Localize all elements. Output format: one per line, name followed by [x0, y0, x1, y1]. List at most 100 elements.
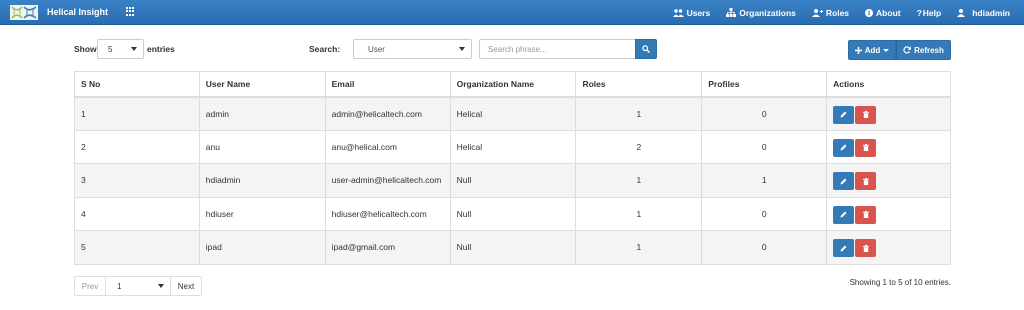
- pagination: Prev 1 Next: [74, 276, 202, 296]
- user-icon: [957, 8, 966, 17]
- cell-username: admin: [198, 96, 326, 131]
- cell-sno: 1: [74, 96, 200, 131]
- col-header-sno[interactable]: S No: [74, 71, 200, 98]
- cell-email: ipad@gmail.com: [324, 230, 451, 265]
- cell-profiles: 1: [701, 163, 828, 198]
- cell-email: user-admin@helicaltech.com: [324, 163, 451, 198]
- pencil-icon: [840, 111, 847, 118]
- pencil-icon: [840, 144, 847, 151]
- edit-button[interactable]: [833, 172, 855, 191]
- cell-profiles: 0: [701, 96, 828, 131]
- col-header-organization[interactable]: Organization Name: [449, 71, 577, 98]
- search-type-select[interactable]: User: [353, 39, 472, 59]
- apps-grid-icon[interactable]: [126, 7, 135, 16]
- edit-button[interactable]: [833, 205, 855, 224]
- refresh-button-label: Refresh: [914, 45, 944, 55]
- delete-button[interactable]: [855, 239, 877, 258]
- cell-actions: [826, 163, 951, 198]
- cell-actions: [826, 129, 951, 164]
- add-button[interactable]: Add: [848, 40, 896, 60]
- refresh-icon: [903, 46, 911, 54]
- delete-button[interactable]: [855, 105, 877, 124]
- cell-organization: Null: [449, 230, 577, 265]
- cell-organization: Helical: [449, 96, 577, 131]
- users-icon: [672, 8, 684, 17]
- cell-actions: [826, 196, 951, 231]
- cell-roles: 2: [575, 129, 703, 164]
- pagination-summary: Showing 1 to 5 of 10 entries.: [849, 278, 951, 287]
- nav-about[interactable]: About: [865, 8, 901, 18]
- nav-organizations-label: Organizations: [739, 7, 796, 18]
- cell-roles: 1: [575, 230, 703, 265]
- chevron-down-icon: [883, 48, 890, 52]
- col-header-actions: Actions: [826, 71, 951, 98]
- nav-organizations[interactable]: Organizations: [726, 8, 796, 18]
- col-header-profiles[interactable]: Profiles: [701, 71, 828, 98]
- col-header-username[interactable]: User Name: [198, 71, 326, 98]
- search-input[interactable]: Search phrase...: [479, 39, 636, 59]
- search-label: Search:: [309, 44, 341, 54]
- edit-button[interactable]: [833, 138, 855, 157]
- page-size-value: 5: [108, 45, 113, 54]
- cell-organization: Helical: [449, 129, 577, 164]
- search-type-value: User: [368, 45, 385, 54]
- info-icon: [865, 8, 874, 17]
- col-header-roles[interactable]: Roles: [575, 71, 703, 98]
- search-placeholder: Search phrase...: [488, 45, 547, 54]
- cell-username: hdiadmin: [198, 163, 326, 198]
- search-icon: [642, 45, 650, 53]
- edit-button[interactable]: [833, 239, 855, 258]
- cell-organization: Null: [449, 163, 577, 198]
- cell-actions: [826, 96, 951, 131]
- table-row: 4 hdiuser hdiuser@helicaltech.com Null 1…: [74, 196, 951, 231]
- trash-icon: [862, 144, 869, 152]
- delete-button[interactable]: [855, 138, 877, 157]
- cell-username: anu: [198, 129, 326, 164]
- table-row: 1 admin admin@helicaltech.com Helical 1 …: [74, 96, 951, 131]
- col-header-email[interactable]: Email: [324, 71, 451, 98]
- nav-about-label: About: [876, 7, 901, 18]
- cell-profiles: 0: [701, 196, 828, 231]
- table-row: 2 anu anu@helical.com Helical 2 0: [74, 129, 951, 164]
- nav-user-menu[interactable]: hdiadmin: [957, 8, 1010, 18]
- cell-email: admin@helicaltech.com: [324, 96, 451, 131]
- delete-button[interactable]: [855, 205, 877, 224]
- table-row: 5 ipad ipad@gmail.com Null 1 0: [74, 230, 951, 265]
- page-size-select[interactable]: 5: [97, 39, 144, 59]
- nav-users[interactable]: Users: [672, 7, 711, 18]
- table-row: 3 hdiadmin user-admin@helicaltech.com Nu…: [74, 163, 951, 198]
- pencil-icon: [840, 178, 847, 185]
- nav-users-label: Users: [686, 7, 711, 18]
- add-button-label: Add: [864, 45, 881, 55]
- cell-username: ipad: [198, 230, 326, 265]
- action-button-group: Add Refresh: [848, 40, 951, 60]
- refresh-button[interactable]: Refresh: [896, 40, 951, 60]
- cell-profiles: 0: [701, 230, 828, 265]
- cell-sno: 5: [74, 230, 200, 265]
- search-button[interactable]: [635, 39, 657, 59]
- users-table: S No User Name Email Organization Name R…: [74, 71, 951, 265]
- top-navbar: Helical Insight Users Organizations Role…: [0, 0, 1024, 25]
- page-select[interactable]: 1: [106, 276, 170, 296]
- cell-sno: 2: [74, 129, 200, 164]
- cell-sno: 4: [74, 196, 200, 231]
- organizations-icon: [726, 8, 737, 17]
- toolbar: Show 5 entries Search: User Search phras…: [74, 38, 951, 62]
- logo-icon[interactable]: [10, 5, 38, 20]
- cell-roles: 1: [575, 163, 703, 198]
- prev-button[interactable]: Prev: [74, 276, 106, 296]
- next-button[interactable]: Next: [170, 276, 202, 296]
- cell-email: anu@helical.com: [324, 129, 451, 164]
- nav-roles-label: Roles: [825, 7, 850, 18]
- edit-button[interactable]: [833, 105, 855, 124]
- nav-help-label: Help: [922, 7, 942, 18]
- chevron-down-icon: [158, 284, 164, 288]
- cell-profiles: 0: [701, 129, 828, 164]
- app-title[interactable]: Helical Insight: [47, 7, 108, 17]
- nav-roles[interactable]: Roles: [811, 7, 850, 18]
- nav-help[interactable]: ? Help: [917, 8, 942, 18]
- delete-button[interactable]: [855, 172, 877, 191]
- cell-sno: 3: [74, 163, 200, 198]
- entries-label: entries: [147, 44, 175, 54]
- roles-icon: [811, 8, 823, 17]
